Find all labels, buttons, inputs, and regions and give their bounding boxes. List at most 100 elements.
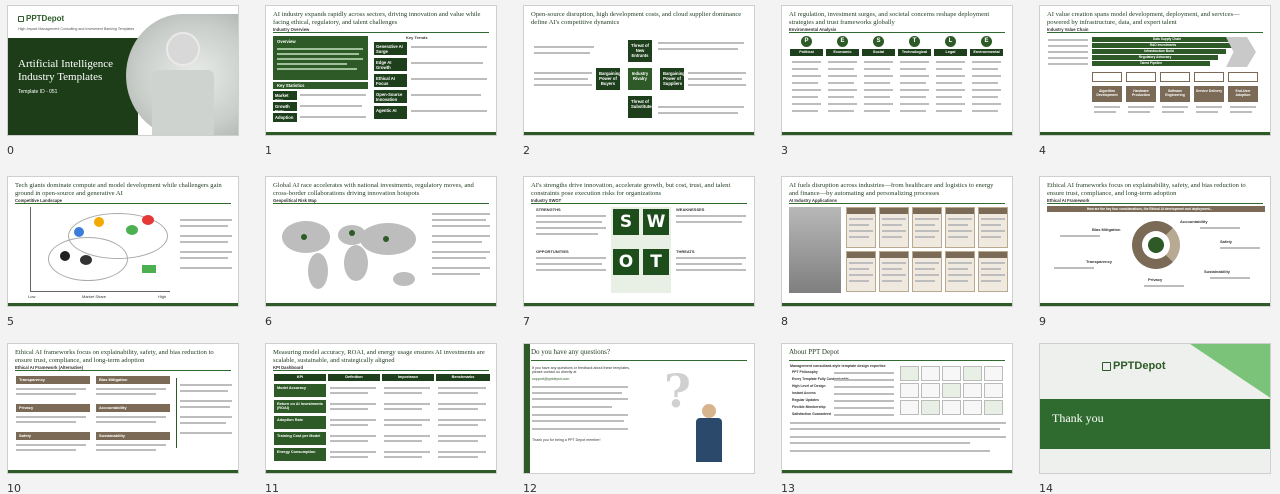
cover-title: Artificial Intelligence Industry Templat… — [18, 58, 113, 83]
slide-number: 0 — [7, 144, 14, 157]
slide-canvas: PPTDepot Thank you — [1039, 343, 1271, 474]
text-line — [330, 451, 376, 453]
text-line — [834, 393, 894, 395]
pestle-letter-icon: S — [873, 36, 884, 47]
weaknesses-heading: WEAKNESSES — [676, 207, 705, 212]
text-line — [180, 251, 232, 253]
opportunities-heading: OPPORTUNITIES — [536, 249, 569, 254]
text-line — [1048, 39, 1088, 41]
pestle-heading: Economic — [826, 49, 859, 56]
pestle-heading: Political — [790, 49, 823, 56]
text-line — [834, 372, 894, 374]
sample-slide-thumb — [963, 400, 982, 415]
text-line — [849, 280, 869, 282]
text-line — [915, 274, 939, 276]
application-card — [978, 207, 1008, 248]
text-line — [948, 280, 968, 282]
text-line — [411, 78, 487, 80]
text-line — [534, 72, 592, 74]
text-line — [536, 233, 598, 235]
text-line — [384, 456, 422, 458]
trend-label: Generative AI Surge — [374, 42, 407, 55]
slide-canvas: AI regulation, investment surges, and so… — [781, 5, 1013, 136]
text-line — [1128, 106, 1154, 108]
side-accent — [524, 344, 530, 473]
overview-panel: Overview — [273, 36, 368, 80]
trend-label-text: Open-Source Innovation — [376, 92, 403, 102]
key-trends-heading: Key Trends — [406, 35, 428, 40]
sample-slide-thumb — [921, 400, 940, 415]
text-line — [882, 236, 902, 238]
text-line — [828, 96, 854, 98]
about-bullet: Instant Access — [792, 391, 816, 395]
key-stats-bar: Key Statistics — [273, 82, 368, 89]
card-header — [880, 252, 908, 258]
text-line — [1048, 63, 1088, 65]
text-line — [792, 75, 821, 77]
slide-canvas: PPTDepot High-Impact Management Consulti… — [7, 5, 239, 136]
title-rule — [15, 370, 231, 371]
pestle-column: L Legal — [934, 36, 967, 122]
text-line — [981, 268, 1001, 270]
text-line — [384, 440, 422, 442]
company-logo-icon — [60, 251, 70, 261]
text-line — [16, 449, 76, 451]
text-line — [180, 400, 232, 402]
text-line — [972, 110, 998, 112]
trend-label: Ethical AI Focus — [374, 74, 407, 87]
sample-slide-thumb — [900, 400, 919, 415]
text-line — [277, 53, 359, 55]
trend-label: Open-Source Innovation — [374, 90, 407, 103]
slide-number: 2 — [523, 144, 530, 157]
kpi-row-label: Model Accuracy — [274, 384, 326, 397]
text-line — [300, 105, 362, 107]
text-line — [180, 241, 228, 243]
text-line — [948, 274, 972, 276]
question-banner: How are the key four considerations, the… — [1047, 206, 1265, 212]
divider — [176, 378, 177, 448]
stage-frame — [1160, 72, 1190, 82]
stat-label-text: Adoption — [275, 115, 294, 120]
stage-box: Service Delivery — [1194, 86, 1224, 102]
text-line — [900, 89, 929, 91]
text-line — [1048, 57, 1088, 59]
application-card — [879, 251, 909, 292]
text-line — [915, 262, 939, 264]
pillar-label: Transparency — [1086, 259, 1113, 264]
text-line — [972, 103, 1001, 105]
text-line — [936, 61, 965, 63]
text-line — [180, 422, 226, 424]
text-line — [534, 78, 588, 80]
text-line — [882, 218, 906, 220]
text-line — [981, 224, 1001, 226]
text-line — [676, 215, 746, 217]
pillar-label: Privacy — [1148, 277, 1163, 282]
threats-heading: THREATS — [676, 249, 695, 254]
text-line — [432, 219, 486, 221]
text-line — [438, 451, 486, 453]
signoff-text: Thank you for being a PPT Depot member! — [532, 438, 601, 442]
slide-number: 12 — [523, 482, 537, 494]
text-line — [864, 96, 890, 98]
slide-title: Open-source disruption, high development… — [531, 11, 742, 26]
text-line — [981, 218, 1005, 220]
application-card — [879, 207, 909, 248]
text-line — [180, 225, 228, 227]
ethics-card-header: Accountability — [96, 404, 170, 412]
text-line — [688, 84, 746, 86]
text-line — [384, 408, 422, 410]
title-rule — [273, 32, 489, 33]
swot-o: O — [613, 249, 639, 275]
title-rule — [789, 360, 1005, 361]
table-header: Importance — [382, 374, 434, 381]
text-line — [1094, 111, 1116, 113]
text-line — [16, 388, 86, 390]
slide-number: 9 — [1039, 315, 1046, 328]
text-line — [981, 236, 1001, 238]
company-logo-icon — [74, 227, 84, 237]
text-line — [1230, 111, 1252, 113]
axis-title: Market Share — [82, 294, 107, 299]
sample-slide-thumb — [963, 366, 982, 381]
robot-photo — [789, 207, 841, 293]
contact-email[interactable]: support@pptdepot.com — [532, 377, 569, 381]
